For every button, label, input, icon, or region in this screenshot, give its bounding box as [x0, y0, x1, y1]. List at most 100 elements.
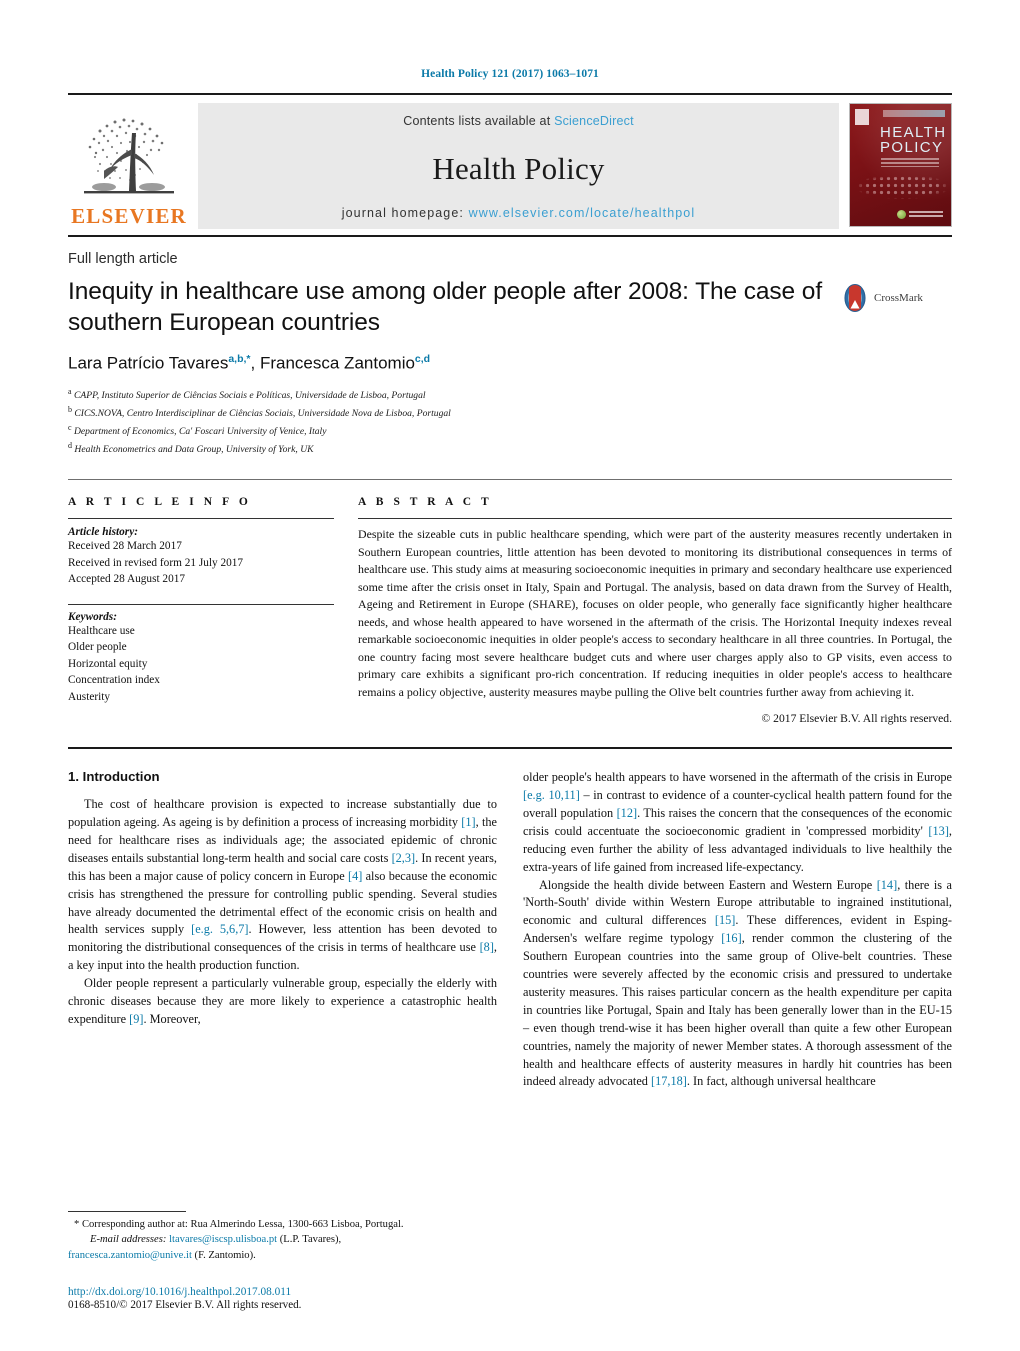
contents-lists-line: Contents lists available at ScienceDirec… [403, 114, 634, 128]
info-abstract-row: A R T I C L E I N F O Article history: R… [68, 496, 952, 725]
citation-ref[interactable]: [14] [877, 878, 898, 892]
citation-ref[interactable]: [16] [721, 931, 742, 945]
article-history-item: Received 28 March 2017 [68, 540, 182, 553]
author-name-1: Lara Patrício Tavares [68, 353, 229, 373]
citation-ref[interactable]: [e.g. 10,11] [523, 788, 580, 802]
abstract-column: A B S T R A C T Despite the sizeable cut… [358, 496, 952, 725]
affiliation-mark: b [68, 405, 72, 415]
article-info-heading: A R T I C L E I N F O [68, 496, 252, 509]
affiliation-item: d Health Econometrics and Data Group, Un… [68, 440, 952, 458]
body-columns: 1. Introduction The cost of healthcare p… [68, 769, 952, 1091]
sciencedirect-link[interactable]: ScienceDirect [554, 114, 634, 128]
citation-ref[interactable]: [17,18] [651, 1074, 687, 1088]
body-left-column: 1. Introduction The cost of healthcare p… [68, 769, 497, 1091]
citation-ref[interactable]: [e.g. 5,6,7] [191, 922, 248, 936]
keyword-item: Horizontal equity [68, 657, 148, 670]
crossmark-icon [844, 283, 866, 313]
citation-ref[interactable]: [9] [129, 1012, 143, 1026]
section-title-introduction: 1. Introduction [68, 769, 160, 785]
keyword-item: Older people [68, 641, 127, 654]
cover-footer-text [909, 210, 943, 219]
email-link-1[interactable]: ltavares@iscsp.ulisboa.pt [169, 1234, 277, 1245]
author-list: Lara Patrício Tavaresa,b,*, Francesca Za… [68, 352, 431, 373]
citation-ref[interactable]: [15] [715, 913, 736, 927]
email-owner-1: (L.P. Tavares), [279, 1234, 342, 1246]
paper-page: Health Policy 121 (2017) 1063–1071 ELSEV… [0, 0, 1020, 1351]
elsevier-logo: ELSEVIER [68, 103, 190, 229]
paragraph: The cost of healthcare provision is expe… [68, 797, 498, 973]
paragraph: Alongside the health divide between East… [523, 877, 952, 1089]
keywords-block: Keywords: Healthcare use Older people Ho… [68, 603, 334, 705]
affiliation-list: a CAPP, Instituto Superior de Ciências S… [68, 386, 952, 457]
doi-block: http://dx.doi.org/10.1016/j.healthpol.20… [68, 1286, 528, 1311]
elsevier-wordmark: ELSEVIER [71, 204, 187, 228]
keywords-label: Keywords: [68, 610, 117, 623]
body-right-column: older people's health appears to have wo… [523, 769, 952, 1091]
cover-elsevier-mark-icon [855, 109, 869, 125]
homepage-prefix: journal homepage: [341, 206, 464, 220]
keyword-item: Concentration index [68, 674, 160, 687]
keywords-rule [68, 603, 334, 605]
abstract-copyright: © 2017 Elsevier B.V. All rights reserved… [761, 712, 952, 726]
affiliation-text: Department of Economics, Ca' Foscari Uni… [73, 426, 327, 437]
crossmark-badge[interactable]: CrossMark [840, 283, 923, 313]
journal-homepage-line: journal homepage: www.elsevier.com/locat… [342, 206, 696, 220]
abstract-text: Despite the sizeable cuts in public heal… [358, 527, 952, 699]
email-addresses-label: E-mail addresses: [90, 1234, 167, 1246]
cover-title-line1: HEALTH [880, 124, 947, 141]
citation-ref[interactable]: [1] [461, 815, 475, 829]
abstract-rule [358, 518, 952, 520]
citation-ref[interactable]: [12] [617, 806, 638, 820]
author-name-2: Francesca Zantomio [259, 353, 415, 373]
issn-copyright-line: 0168-8510/© 2017 Elsevier B.V. All right… [68, 1299, 302, 1311]
article-info-column: A R T I C L E I N F O Article history: R… [68, 496, 358, 725]
journal-cover-thumbnail: HEALTH POLICY [849, 103, 952, 227]
elsevier-tree-icon [84, 118, 174, 194]
cover-subtitle-lines [881, 158, 939, 167]
affiliation-text: CICS.NOVA, Centro Interdisciplinar de Ci… [74, 408, 451, 420]
title-row: Inequity in healthcare use among older p… [68, 277, 952, 339]
masthead: ELSEVIER Contents lists available at Sci… [68, 93, 952, 229]
affiliation-mark: c [68, 422, 72, 432]
email-owner-2: (F. Zantomio). [194, 1249, 256, 1261]
doi-link[interactable]: http://dx.doi.org/10.1016/j.healthpol.20… [68, 1286, 528, 1298]
email-link-2[interactable]: francesca.zantomio@unive.it [68, 1250, 192, 1261]
contents-prefix: Contents lists available at [403, 114, 551, 128]
article-history-item: Received in revised form 21 July 2017 [68, 556, 244, 569]
affiliation-text: CAPP, Instituto Superior de Ciências Soc… [73, 390, 426, 402]
info-top-rule [68, 479, 952, 481]
citation-ref[interactable]: [2,3] [392, 851, 416, 865]
author-2-marks[interactable]: c,d [415, 353, 430, 365]
footnote-block: * Corresponding author at: Rua Almerindo… [68, 1210, 508, 1263]
masthead-bottom-rule [68, 235, 952, 237]
citation-ref[interactable]: [8] [480, 940, 494, 954]
page-title: Inequity in healthcare use among older p… [68, 278, 823, 336]
article-history-item: Accepted 28 August 2017 [68, 573, 186, 586]
corresponding-author-note: * Corresponding author at: Rua Almerindo… [74, 1218, 404, 1230]
cover-top-bar [883, 110, 945, 117]
affiliation-mark: a [68, 387, 72, 397]
email-addresses-note: E-mail addresses: ltavares@iscsp.ulisboa… [68, 1232, 508, 1247]
paragraph: Older people represent a particularly vu… [68, 976, 497, 1026]
author-1-marks[interactable]: a,b,* [228, 353, 250, 365]
cover-footer [897, 210, 943, 219]
footnote-rule [68, 1210, 186, 1212]
affiliation-mark: d [68, 440, 72, 450]
affiliation-item: a CAPP, Instituto Superior de Ciências S… [68, 386, 952, 404]
email-addresses-note-2: francesca.zantomio@unive.it (F. Zantomio… [68, 1248, 508, 1263]
abstract-heading: A B S T R A C T [358, 496, 493, 509]
citation-ref[interactable]: [13] [928, 824, 949, 838]
journal-homepage-link[interactable]: www.elsevier.com/locate/healthpol [469, 206, 696, 220]
paragraph: older people's health appears to have wo… [523, 770, 952, 874]
journal-band: Contents lists available at ScienceDirec… [198, 103, 839, 229]
article-type: Full length article [68, 251, 178, 267]
article-history-label: Article history: [68, 526, 138, 539]
affiliation-text: Health Econometrics and Data Group, Univ… [74, 443, 314, 455]
keyword-item: Austerity [68, 690, 111, 703]
body-top-rule [68, 747, 952, 750]
cover-world-map-dots [850, 168, 951, 204]
cover-title-line2: POLICY [880, 139, 944, 156]
citation-ref[interactable]: [4] [348, 869, 362, 883]
cover-title: HEALTH POLICY [880, 125, 946, 155]
running-head: Health Policy 121 (2017) 1063–1071 [421, 68, 599, 80]
